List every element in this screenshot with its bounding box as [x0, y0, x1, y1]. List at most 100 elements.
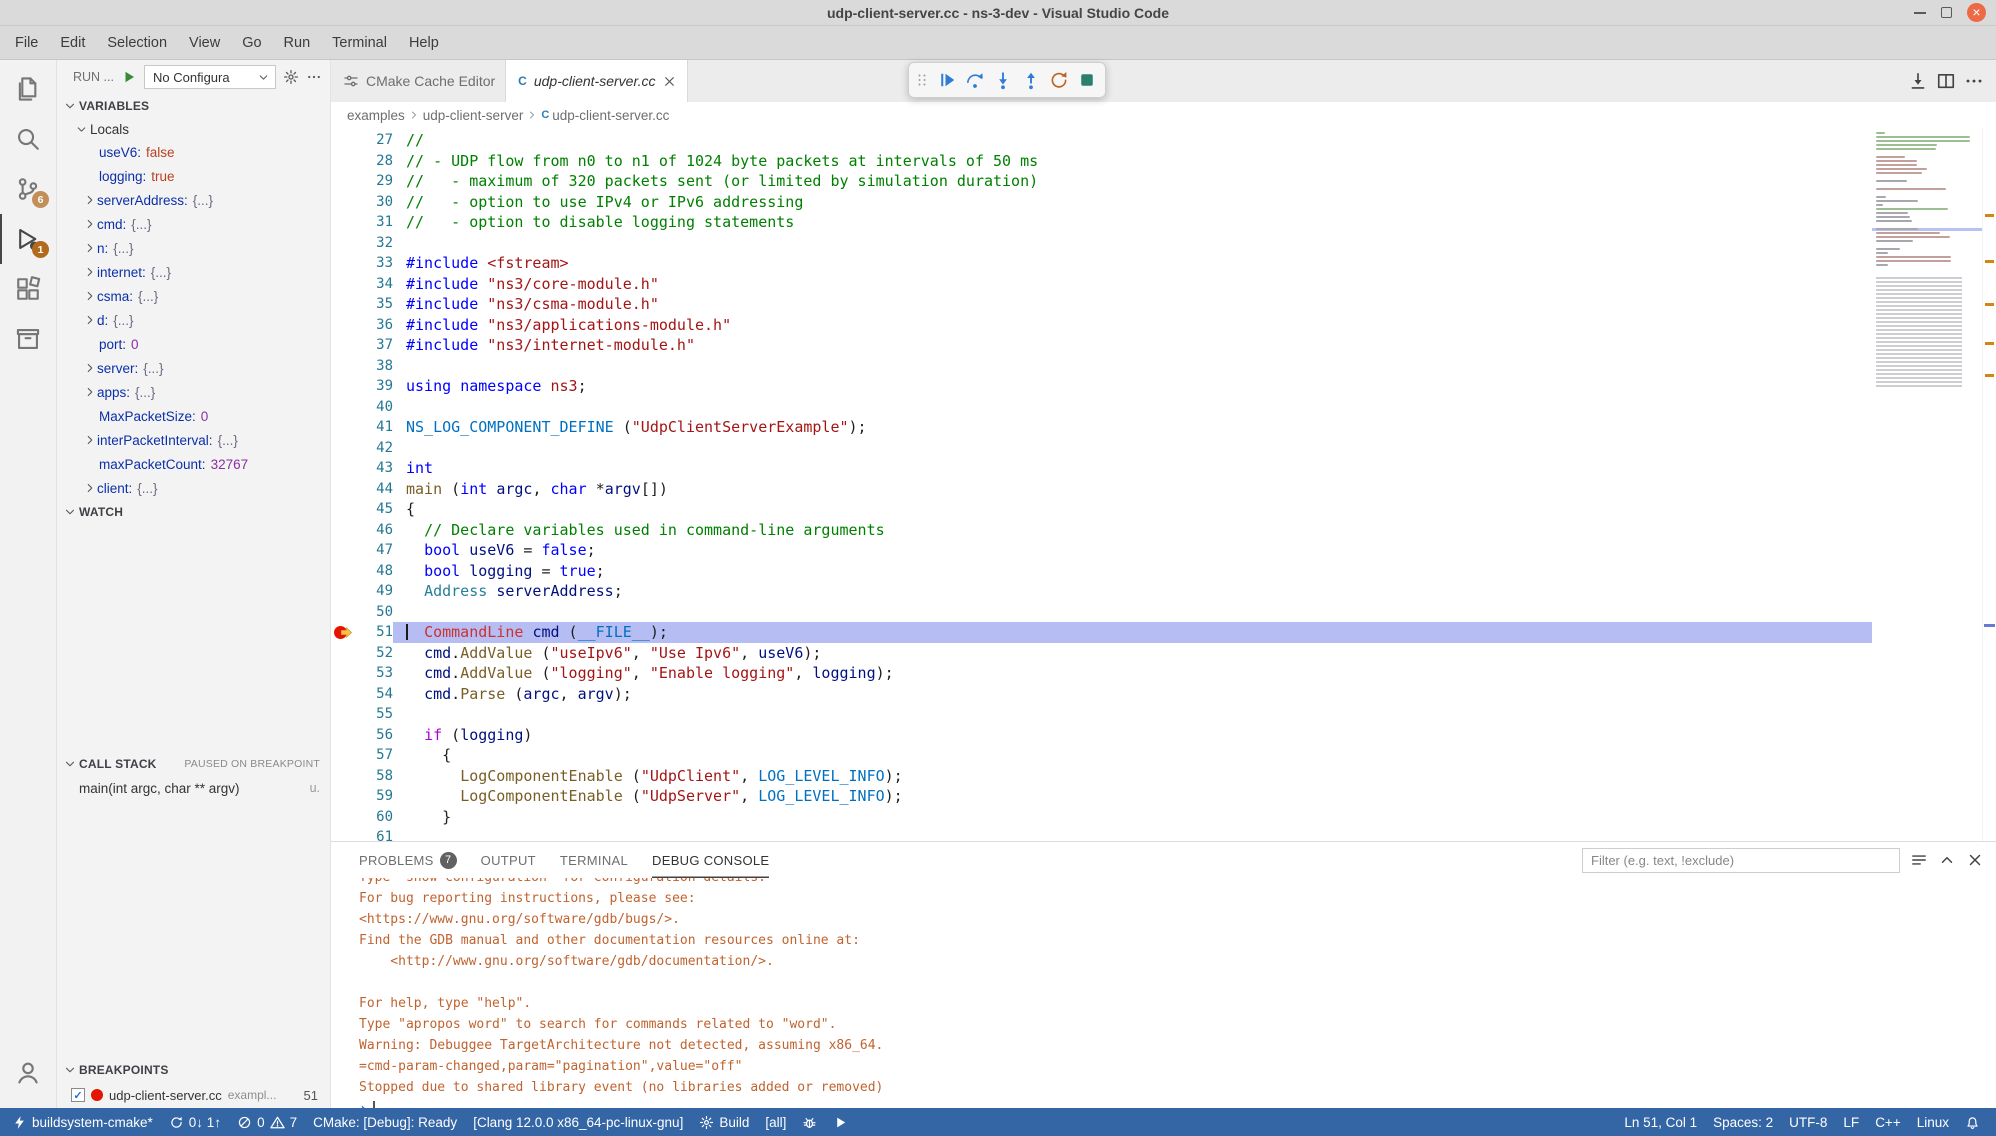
line-number[interactable]: 32	[355, 233, 393, 254]
variable-d[interactable]: d:{...}	[57, 308, 330, 332]
variable-maxPacketCount[interactable]: maxPacketCount:32767	[57, 452, 330, 476]
variable-MaxPacketSize[interactable]: MaxPacketSize:0	[57, 404, 330, 428]
glyph-margin[interactable]	[331, 643, 355, 664]
step-out-button[interactable]	[1017, 67, 1044, 94]
variable-interPacketInterval[interactable]: interPacketInterval:{...}	[57, 428, 330, 452]
line-number[interactable]: 41	[355, 417, 393, 438]
code-line-59[interactable]: 59 LogComponentEnable ("UdpServer", LOG_…	[331, 786, 1996, 807]
glyph-margin[interactable]	[331, 499, 355, 520]
line-number[interactable]: 58	[355, 766, 393, 787]
line-number[interactable]: 46	[355, 520, 393, 541]
expand-chevron-icon[interactable]	[83, 289, 97, 303]
call-stack-section-header[interactable]: CALL STACK PAUSED ON BREAKPOINT	[57, 752, 330, 776]
code-text[interactable]	[393, 356, 1996, 377]
status-play[interactable]	[825, 1108, 856, 1136]
glyph-margin[interactable]	[331, 417, 355, 438]
glyph-margin[interactable]	[331, 745, 355, 766]
panel-tab-problems[interactable]: PROBLEMS7	[359, 842, 457, 878]
breadcrumb-file[interactable]: udp-client-server.cc	[552, 108, 669, 123]
variable-internet[interactable]: internet:{...}	[57, 260, 330, 284]
menu-item-edit[interactable]: Edit	[49, 26, 96, 59]
code-text[interactable]: Address serverAddress;	[393, 581, 1996, 602]
code-line-50[interactable]: 50	[331, 602, 1996, 623]
code-text[interactable]: //	[393, 130, 1996, 151]
line-number[interactable]: 40	[355, 397, 393, 418]
menu-item-go[interactable]: Go	[231, 26, 272, 59]
code-line-48[interactable]: 48 bool logging = true;	[331, 561, 1996, 582]
line-number[interactable]: 55	[355, 704, 393, 725]
variable-apps[interactable]: apps:{...}	[57, 380, 330, 404]
close-panel-icon[interactable]	[1966, 851, 1984, 869]
line-number[interactable]: 31	[355, 212, 393, 233]
variable-n[interactable]: n:{...}	[57, 236, 330, 260]
expand-chevron-icon[interactable]	[83, 217, 97, 231]
variable-port[interactable]: port:0	[57, 332, 330, 356]
code-line-39[interactable]: 39using namespace ns3;	[331, 376, 1996, 397]
code-text[interactable]: LogComponentEnable ("UdpClient", LOG_LEV…	[393, 766, 1996, 787]
code-line-58[interactable]: 58 LogComponentEnable ("UdpClient", LOG_…	[331, 766, 1996, 787]
code-line-61[interactable]: 61	[331, 827, 1996, 841]
code-line-34[interactable]: 34#include "ns3/core-module.h"	[331, 274, 1996, 295]
code-line-28[interactable]: 28// - UDP flow from n0 to n1 of 1024 by…	[331, 151, 1996, 172]
code-line-41[interactable]: 41NS_LOG_COMPONENT_DEFINE ("UdpClientSer…	[331, 417, 1996, 438]
more-actions-icon[interactable]	[306, 69, 322, 85]
line-number[interactable]: 51	[355, 622, 393, 643]
step-into-button[interactable]	[989, 67, 1016, 94]
code-text[interactable]: // Declare variables used in command-lin…	[393, 520, 1996, 541]
glyph-margin[interactable]	[331, 766, 355, 787]
code-text[interactable]: // - option to use IPv4 or IPv6 addressi…	[393, 192, 1996, 213]
activity-source-control[interactable]: 6	[0, 164, 56, 214]
tab-cmake-cache-editor[interactable]: CMake Cache Editor	[331, 60, 506, 102]
status-bug[interactable]	[794, 1108, 825, 1136]
activity-search[interactable]	[0, 114, 56, 164]
status-ln-51-col-1[interactable]: Ln 51, Col 1	[1616, 1108, 1705, 1136]
code-line-32[interactable]: 32	[331, 233, 1996, 254]
code-line-38[interactable]: 38	[331, 356, 1996, 377]
code-text[interactable]: cmd.AddValue ("useIpv6", "Use Ipv6", use…	[393, 643, 1996, 664]
overview-ruler[interactable]	[1982, 128, 1996, 841]
stop-button[interactable]	[1073, 67, 1100, 94]
line-number[interactable]: 44	[355, 479, 393, 500]
filter-input[interactable]	[1582, 848, 1900, 873]
code-text[interactable]: }	[393, 807, 1996, 828]
line-number[interactable]: 35	[355, 294, 393, 315]
expand-chevron-icon[interactable]	[83, 241, 97, 255]
code-line-45[interactable]: 45{	[331, 499, 1996, 520]
code-text[interactable]: CommandLine cmd (__FILE__);	[393, 622, 1996, 643]
line-number[interactable]: 53	[355, 663, 393, 684]
split-editor-icon[interactable]	[1936, 71, 1956, 91]
code-text[interactable]: #include "ns3/internet-module.h"	[393, 335, 1996, 356]
activity-account[interactable]	[0, 1048, 56, 1098]
code-text[interactable]: NS_LOG_COMPONENT_DEFINE ("UdpClientServe…	[393, 417, 1996, 438]
code-line-36[interactable]: 36#include "ns3/applications-module.h"	[331, 315, 1996, 336]
glyph-margin[interactable]	[331, 233, 355, 254]
scope-locals[interactable]: Locals	[57, 118, 330, 140]
line-number[interactable]: 27	[355, 130, 393, 151]
status-lf[interactable]: LF	[1835, 1108, 1867, 1136]
maximize-panel-icon[interactable]	[1938, 851, 1956, 869]
line-number[interactable]: 61	[355, 827, 393, 841]
code-line-33[interactable]: 33#include <fstream>	[331, 253, 1996, 274]
glyph-margin[interactable]	[331, 786, 355, 807]
minimize-button[interactable]	[1914, 12, 1926, 14]
panel-tab-debug-console[interactable]: DEBUG CONSOLE	[652, 842, 769, 878]
code-text[interactable]: cmd.Parse (argc, argv);	[393, 684, 1996, 705]
line-number[interactable]: 42	[355, 438, 393, 459]
glyph-margin[interactable]	[331, 581, 355, 602]
status-all[interactable]: [all]	[757, 1108, 794, 1136]
open-changes-icon[interactable]	[1908, 71, 1928, 91]
line-number[interactable]: 54	[355, 684, 393, 705]
code-text[interactable]	[393, 233, 1996, 254]
glyph-margin[interactable]	[331, 192, 355, 213]
expand-chevron-icon[interactable]	[83, 385, 97, 399]
stack-frame[interactable]: main(int argc, char ** argv) u.	[57, 776, 330, 800]
status-bell[interactable]	[1957, 1108, 1988, 1136]
code-text[interactable]: bool logging = true;	[393, 561, 1996, 582]
code-text[interactable]: bool useV6 = false;	[393, 540, 1996, 561]
restore-button[interactable]	[1941, 7, 1952, 18]
code-line-31[interactable]: 31// - option to disable logging stateme…	[331, 212, 1996, 233]
code-text[interactable]: using namespace ns3;	[393, 376, 1996, 397]
glyph-margin[interactable]	[331, 520, 355, 541]
glyph-margin[interactable]	[331, 253, 355, 274]
code-line-53[interactable]: 53 cmd.AddValue ("logging", "Enable logg…	[331, 663, 1996, 684]
